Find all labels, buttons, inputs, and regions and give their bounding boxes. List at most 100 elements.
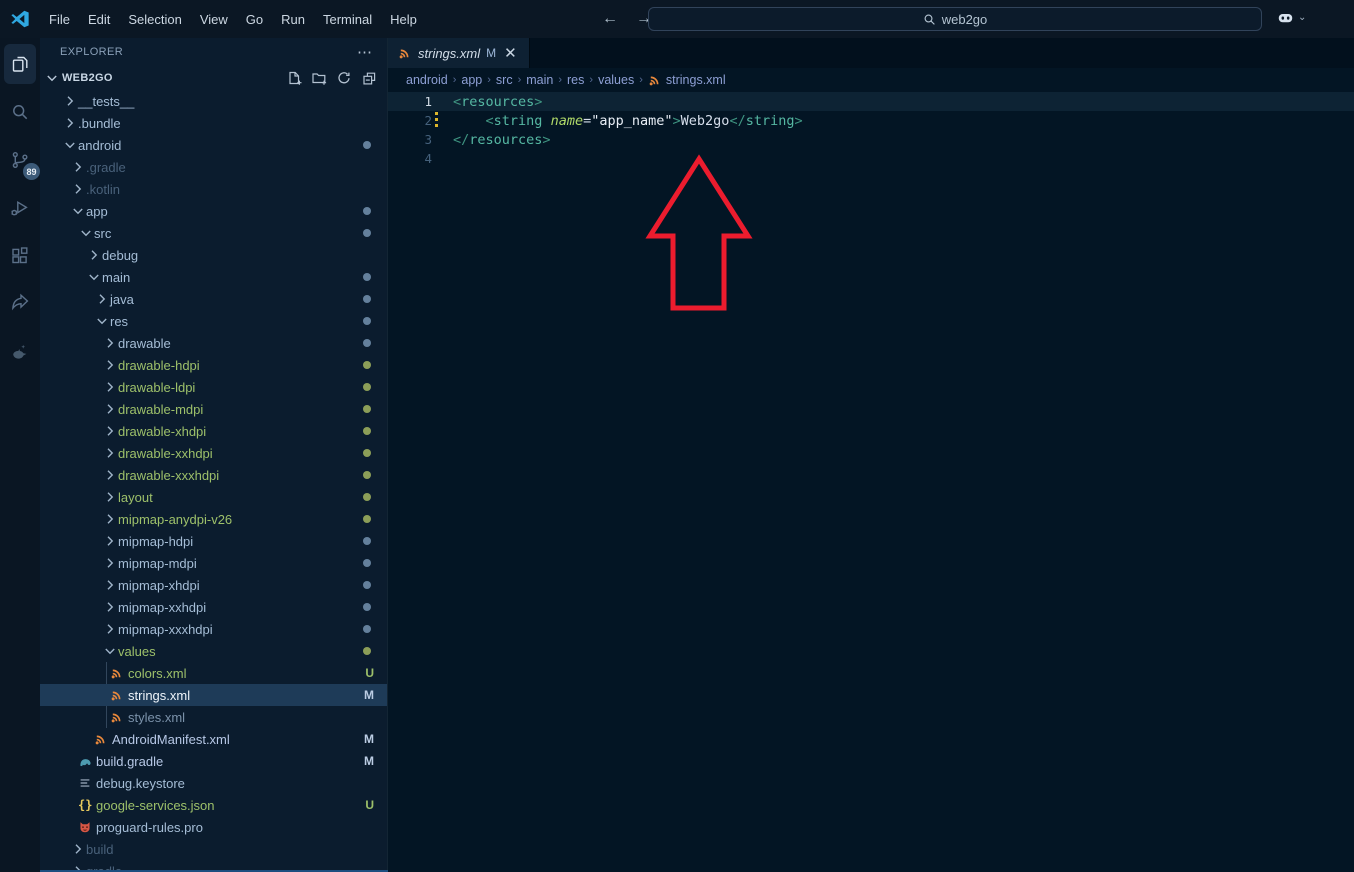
tree-item-label: mipmap-anydpi-v26 xyxy=(118,512,232,527)
new-folder-icon[interactable] xyxy=(311,70,327,86)
tree-item-label: main xyxy=(102,270,130,285)
tree-item--kotlin[interactable]: .kotlin xyxy=(40,178,387,200)
breadcrumb-res[interactable]: res xyxy=(567,73,584,87)
breadcrumb-app[interactable]: app xyxy=(461,73,482,87)
gutter-modified-marker xyxy=(435,112,438,129)
tree-item-mipmap-xxhdpi[interactable]: mipmap-xxhdpi xyxy=(40,596,387,618)
chevron-right-icon xyxy=(70,181,86,197)
breadcrumb-android[interactable]: android xyxy=(406,73,448,87)
tree-item-app[interactable]: app xyxy=(40,200,387,222)
tree-item-values[interactable]: values xyxy=(40,640,387,662)
tree-item-colors-xml[interactable]: colors.xmlU xyxy=(40,662,387,684)
tree-item-drawable-xhdpi[interactable]: drawable-xhdpi xyxy=(40,420,387,442)
menu-go[interactable]: Go xyxy=(237,8,272,31)
menu-file[interactable]: File xyxy=(40,8,79,31)
code-view[interactable]: 1<resources>2 <string name="app_name">We… xyxy=(388,92,1354,168)
xml-icon xyxy=(398,46,412,60)
tree-item-drawable-hdpi[interactable]: drawable-hdpi xyxy=(40,354,387,376)
tree-item-label: layout xyxy=(118,490,153,505)
refresh-icon[interactable] xyxy=(336,70,352,86)
tree-item-mipmap-anydpi-v26[interactable]: mipmap-anydpi-v26 xyxy=(40,508,387,530)
git-untracked-dot xyxy=(363,647,371,655)
tree-item-strings-xml[interactable]: strings.xmlM xyxy=(40,684,387,706)
code-line-2[interactable]: 2 <string name="app_name">Web2go</string… xyxy=(388,111,1354,130)
tree-item-drawable-xxhdpi[interactable]: drawable-xxhdpi xyxy=(40,442,387,464)
tree-item--bundle[interactable]: .bundle xyxy=(40,112,387,134)
activity-run-debug-button[interactable] xyxy=(4,188,36,228)
breadcrumb-file[interactable]: strings.xml xyxy=(648,73,726,87)
tree-item-android[interactable]: android xyxy=(40,134,387,156)
extensions-icon xyxy=(8,244,32,268)
line-number[interactable]: 4 xyxy=(388,151,432,166)
chevron-right-icon xyxy=(102,467,118,483)
code-line-3[interactable]: 3</resources> xyxy=(388,130,1354,149)
menu-edit[interactable]: Edit xyxy=(79,8,119,31)
tree-item-layout[interactable]: layout xyxy=(40,486,387,508)
tree-item-debug-keystore[interactable]: debug.keystore xyxy=(40,772,387,794)
tree-item-main[interactable]: main xyxy=(40,266,387,288)
git-untracked-dot xyxy=(363,493,371,501)
breadcrumb-src[interactable]: src xyxy=(496,73,513,87)
activity-share-button[interactable] xyxy=(4,284,36,324)
tree-item-label: java xyxy=(110,292,134,307)
activity-extensions-button[interactable] xyxy=(4,236,36,276)
more-actions-icon[interactable]: ⋯ xyxy=(357,43,373,61)
menu-view[interactable]: View xyxy=(191,8,237,31)
copilot-menu[interactable]: ⌄ xyxy=(1276,8,1306,27)
new-file-icon[interactable] xyxy=(286,70,302,86)
menu-run[interactable]: Run xyxy=(272,8,314,31)
menu-help[interactable]: Help xyxy=(381,8,426,31)
tree-item-drawable-xxxhdpi[interactable]: drawable-xxxhdpi xyxy=(40,464,387,486)
breadcrumb-main[interactable]: main xyxy=(526,73,553,87)
tab-strings-xml[interactable]: strings.xml M ✕ xyxy=(388,38,530,68)
section-header-web2go[interactable]: WEB2GO xyxy=(40,66,387,90)
tree-item-label: styles.xml xyxy=(128,710,185,725)
tree-item-drawable[interactable]: drawable xyxy=(40,332,387,354)
tree-item-mipmap-xhdpi[interactable]: mipmap-xhdpi xyxy=(40,574,387,596)
tree-item-debug[interactable]: debug xyxy=(40,244,387,266)
tree-item-proguard-rules-pro[interactable]: proguard-rules.pro xyxy=(40,816,387,838)
close-icon[interactable]: ✕ xyxy=(502,45,519,62)
tree-item-build-gradle[interactable]: build.gradleM xyxy=(40,750,387,772)
tree-item-mipmap-hdpi[interactable]: mipmap-hdpi xyxy=(40,530,387,552)
chevron-down-icon xyxy=(94,313,110,329)
chevron-right-icon xyxy=(102,511,118,527)
git-modified-dot xyxy=(363,295,371,303)
tree-item-label: google-services.json xyxy=(96,798,215,813)
back-arrow-icon[interactable]: ← xyxy=(598,8,622,30)
editor-area[interactable]: strings.xml M ✕ android›app›src›main›res… xyxy=(388,38,1354,872)
tree-item-java[interactable]: java xyxy=(40,288,387,310)
section-actions xyxy=(286,70,377,86)
tree-item-label: drawable-ldpi xyxy=(118,380,195,395)
activity-explorer-button[interactable] xyxy=(4,44,36,84)
collapse-all-icon[interactable] xyxy=(361,70,377,86)
code-line-1[interactable]: 1<resources> xyxy=(388,92,1354,111)
tree-item-src[interactable]: src xyxy=(40,222,387,244)
tree-item-androidmanifest-xml[interactable]: AndroidManifest.xmlM xyxy=(40,728,387,750)
line-number[interactable]: 3 xyxy=(388,132,432,147)
menu-selection[interactable]: Selection xyxy=(119,8,190,31)
command-center-search[interactable]: web2go xyxy=(648,7,1262,31)
tree-item--gradle[interactable]: .gradle xyxy=(40,156,387,178)
tree-item-res[interactable]: res xyxy=(40,310,387,332)
menu-terminal[interactable]: Terminal xyxy=(314,8,381,31)
activity-search-button[interactable] xyxy=(4,92,36,132)
tree-item-mipmap-mdpi[interactable]: mipmap-mdpi xyxy=(40,552,387,574)
tree-item-mipmap-xxxhdpi[interactable]: mipmap-xxxhdpi xyxy=(40,618,387,640)
tree-item-drawable-mdpi[interactable]: drawable-mdpi xyxy=(40,398,387,420)
activity-source-control-button[interactable]: 89 xyxy=(4,140,36,180)
tree-item-label: mipmap-mdpi xyxy=(118,556,197,571)
tree-item-drawable-ldpi[interactable]: drawable-ldpi xyxy=(40,376,387,398)
tree-item-google-services-json[interactable]: {}google-services.jsonU xyxy=(40,794,387,816)
activity-genie-lamp-button[interactable] xyxy=(4,332,36,372)
tree-item-build[interactable]: build xyxy=(40,838,387,860)
tree-item--tests-[interactable]: __tests__ xyxy=(40,90,387,112)
breadcrumb-separator: › xyxy=(639,74,643,86)
tree-item-styles-xml[interactable]: styles.xml xyxy=(40,706,387,728)
code-line-4[interactable]: 4 xyxy=(388,149,1354,168)
breadcrumb-values[interactable]: values xyxy=(598,73,634,87)
line-number[interactable]: 2 xyxy=(388,113,432,128)
line-number[interactable]: 1 xyxy=(388,94,432,109)
git-badge: U xyxy=(365,666,374,680)
tree-item-label: .bundle xyxy=(78,116,121,131)
